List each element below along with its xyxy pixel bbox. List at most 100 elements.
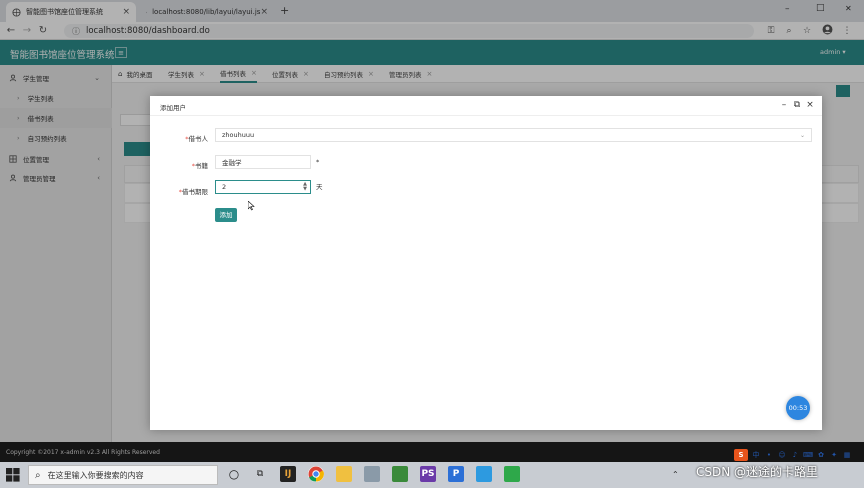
sogou-ime-icon[interactable]: S (734, 448, 748, 461)
new-tab-button[interactable]: + (280, 4, 289, 17)
sidebar-item-label: 自习预约列表 (27, 135, 67, 143)
close-tab-icon[interactable]: × (251, 69, 257, 77)
forward-arrow-icon[interactable]: → (20, 23, 34, 39)
sidebar-item-student-list[interactable]: › 学生列表 (0, 88, 112, 108)
taskbar-search-box[interactable]: ⌕ 在这里输入你要搜索的内容 (28, 465, 218, 485)
sidebar-item-seat-management[interactable]: 位置管理 ‹ (0, 149, 112, 169)
tab-study-reservation-list[interactable]: 自习预约列表 × (324, 65, 374, 83)
file-explorer-icon[interactable] (336, 466, 352, 482)
tab-label: 借书列表 (220, 70, 246, 78)
feishu-icon[interactable] (476, 466, 492, 482)
chevron-right-icon: › (17, 94, 20, 102)
search-icon: ⌕ (35, 469, 41, 481)
close-window-button[interactable]: ✕ (845, 4, 852, 13)
profile-avatar-icon[interactable] (820, 24, 834, 38)
tab-student-list[interactable]: 学生列表 × (168, 65, 205, 83)
notepad-icon[interactable] (392, 466, 408, 482)
book-label: *书籍 (152, 160, 208, 170)
reload-icon[interactable]: ↻ (36, 23, 50, 39)
more-menu-icon[interactable]: ⋮ (840, 24, 854, 38)
ime-chinese-mode-icon[interactable]: 中 (751, 450, 761, 460)
sidebar-item-admin-management[interactable]: 管理员管理 ‹ (0, 168, 112, 188)
csdn-watermark: CSDN @迷途的卡路里 (696, 465, 819, 479)
close-tab-icon[interactable]: × (303, 70, 309, 78)
task-view-icon[interactable]: ⧉ (252, 466, 268, 482)
minimize-button[interactable]: – (785, 4, 790, 14)
sidebar: 学生管理 ⌄ › 学生列表 › 借书列表 › 自习预约列表 位置管理 ‹ 管理员… (0, 65, 112, 442)
tab-my-desktop[interactable]: ⌂ 我的桌面 (118, 65, 152, 83)
taskbar-search-placeholder: 在这里输入你要搜索的内容 (47, 470, 144, 480)
close-tab-icon[interactable]: × (122, 7, 130, 17)
cortana-icon[interactable]: ○ (226, 466, 242, 482)
intellij-idea-icon[interactable]: IJ (280, 466, 296, 482)
close-tab-icon[interactable]: × (427, 70, 433, 78)
tab-admin-list[interactable]: 管理员列表 × (389, 65, 432, 83)
ime-punct-icon[interactable]: • (764, 450, 774, 460)
recording-timer[interactable]: 00:53 (786, 396, 810, 420)
browser-tab-active[interactable]: 智能图书馆座位管理系统 × (6, 2, 136, 22)
globe-icon (146, 11, 148, 13)
ime-voice-icon[interactable]: ♪ (790, 450, 800, 460)
tab-label: 位置列表 (272, 71, 298, 79)
bookmark-star-icon[interactable]: ☆ (800, 24, 814, 38)
menu-toggle-button[interactable]: ≡ (115, 47, 127, 58)
browser-toolbar: ← → ↻ ⓘ localhost:8080/dashboard.do ⚿ ⌕ … (0, 22, 864, 40)
p-app-icon[interactable]: P (448, 466, 464, 482)
content-tab-bar: ⌂ 我的桌面 学生列表 × 借书列表 × 位置列表 × 自习预约列表 × 管理员… (112, 65, 864, 83)
number-stepper-icon[interactable]: ▲ ▼ (303, 182, 307, 192)
tray-chevron-up-icon[interactable]: ⌃ (672, 470, 679, 479)
key-icon[interactable]: ⚿ (764, 24, 778, 38)
modal-minimize-button[interactable]: – (779, 100, 789, 111)
add-submit-button[interactable]: 添加 (215, 208, 237, 222)
app-title: 智能图书馆座位管理系统 (10, 50, 115, 61)
tab-borrow-list[interactable]: 借书列表 × (220, 65, 257, 83)
book-input[interactable]: 金融学 (215, 155, 311, 169)
modal-title: 添加用户 (160, 104, 186, 112)
user-menu[interactable]: admin ▾ (820, 48, 846, 56)
ime-emoji-icon[interactable]: ☺ (777, 450, 787, 460)
sidebar-item-study-reservation-list[interactable]: › 自习预约列表 (0, 128, 112, 148)
background-refresh-button (836, 85, 850, 97)
sidebar-item-borrow-list[interactable]: › 借书列表 (0, 108, 112, 128)
borrower-label-text: 借书人 (188, 135, 209, 143)
tab-label: 学生列表 (168, 71, 194, 79)
period-number-input[interactable]: 2 ▲ ▼ (215, 180, 311, 194)
wechat-icon[interactable] (504, 466, 520, 482)
ime-skin-icon[interactable]: ✿ (816, 450, 826, 460)
app-icon[interactable] (364, 466, 380, 482)
browser-tab-title: localhost:8080/lib/layui/layui.js (152, 8, 261, 16)
sidebar-item-student-management[interactable]: 学生管理 ⌄ (0, 68, 112, 88)
chrome-icon[interactable] (308, 466, 324, 482)
info-icon[interactable]: ⓘ (72, 26, 80, 37)
sidebar-item-label: 学生列表 (27, 95, 54, 103)
modal-close-button[interactable]: × (805, 100, 815, 111)
copyright-text: Copyright ©2017 x-admin v2.3 All Rights … (6, 449, 160, 456)
phpstorm-icon[interactable]: PS (420, 466, 436, 482)
browser-tab[interactable]: localhost:8080/lib/layui/layui.js × (140, 2, 274, 22)
borrower-select[interactable]: zhouhuuu ⌄ (215, 128, 812, 142)
modal-maximize-button[interactable]: ⧉ (792, 100, 802, 111)
tab-seat-list[interactable]: 位置列表 × (272, 65, 309, 83)
close-tab-icon[interactable]: × (199, 70, 205, 78)
add-user-modal: 添加用户 – ⧉ × *借书人 zhouhuuu ⌄ *书籍 金融学 * *借书… (150, 96, 822, 430)
chevron-left-icon: ‹ (97, 174, 100, 182)
ime-menu-icon[interactable]: ▦ (842, 450, 852, 460)
grid-icon (9, 155, 17, 163)
tab-label: 自习预约列表 (324, 71, 363, 79)
address-bar[interactable]: ⓘ localhost:8080/dashboard.do (64, 24, 754, 38)
windows-start-icon[interactable] (6, 468, 20, 482)
book-label-text: 书籍 (195, 162, 208, 170)
user-icon (9, 74, 17, 82)
back-arrow-icon[interactable]: ← (4, 23, 18, 39)
chevron-down-icon: ⌄ (799, 131, 805, 139)
ime-keyboard-icon[interactable]: ⌨ (803, 450, 813, 460)
globe-icon (12, 7, 21, 17)
period-value: 2 (222, 183, 227, 191)
close-tab-icon[interactable]: × (368, 70, 374, 78)
close-tab-icon[interactable]: × (260, 7, 268, 17)
ime-toolbar: S 中 • ☺ ♪ ⌨ ✿ ✦ ▦ (734, 447, 862, 462)
zoom-icon[interactable]: ⌕ (782, 24, 796, 38)
maximize-button[interactable]: □ (816, 3, 825, 13)
app-header: 智能图书馆座位管理系统 ≡ admin ▾ (0, 40, 864, 65)
ime-tools-icon[interactable]: ✦ (829, 450, 839, 460)
